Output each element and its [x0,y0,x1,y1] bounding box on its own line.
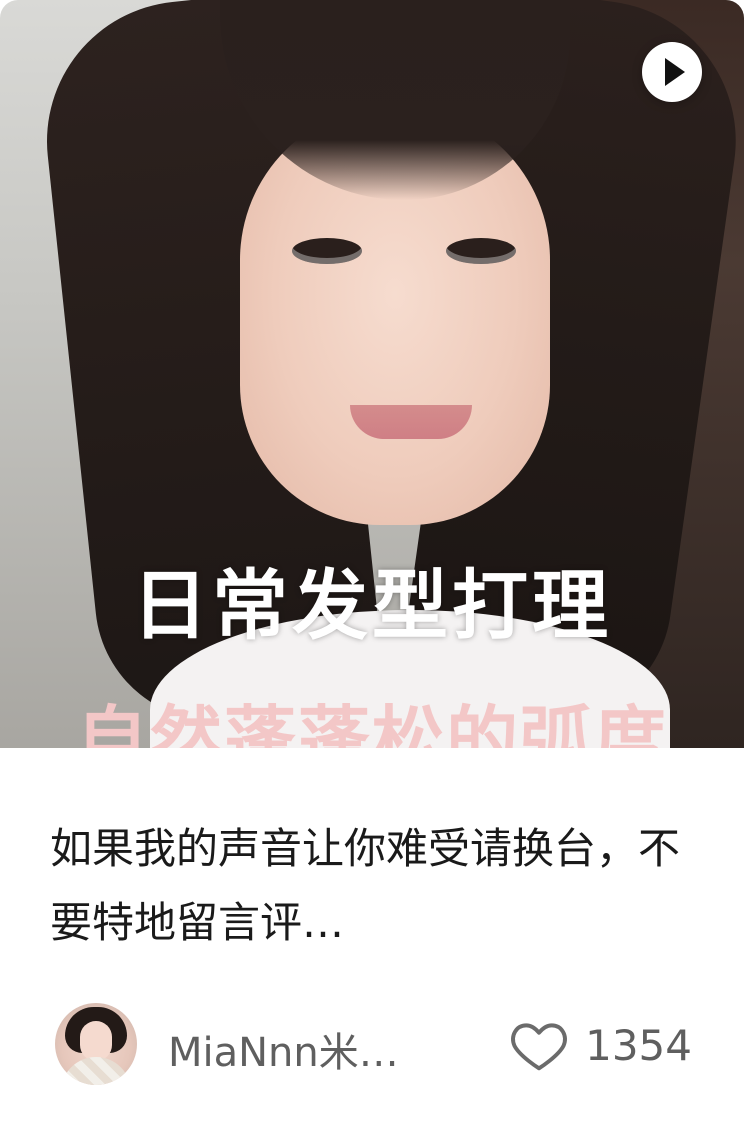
cover-eye-left [292,238,362,264]
cover-smile [350,405,472,439]
play-triangle [664,58,685,86]
cover-eye-right [446,238,516,264]
cover-overlay-title: 日常发型打理 [132,561,612,650]
avatar-shirt [61,1057,131,1085]
author-avatar[interactable] [55,1003,137,1085]
play-icon[interactable] [642,42,702,102]
note-title[interactable]: 如果我的声音让你难受请换台，不要特地留言评… [50,812,690,960]
note-card[interactable]: 日常发型打理 自然蓬蓬松的弧度 如果我的声音让你难受请换台，不要特地留言评… M… [0,0,744,1146]
avatar-face [80,1021,112,1061]
heart-outline-icon [511,1023,567,1071]
cover-overlay-subtitle: 自然蓬蓬松的弧度 [75,698,668,748]
like-count: 1354 [585,1020,692,1070]
like-button[interactable]: 1354 [509,1018,692,1072]
video-cover[interactable]: 日常发型打理 自然蓬蓬松的弧度 [0,0,744,748]
author-name[interactable]: MiaNnn米… [168,1020,438,1078]
